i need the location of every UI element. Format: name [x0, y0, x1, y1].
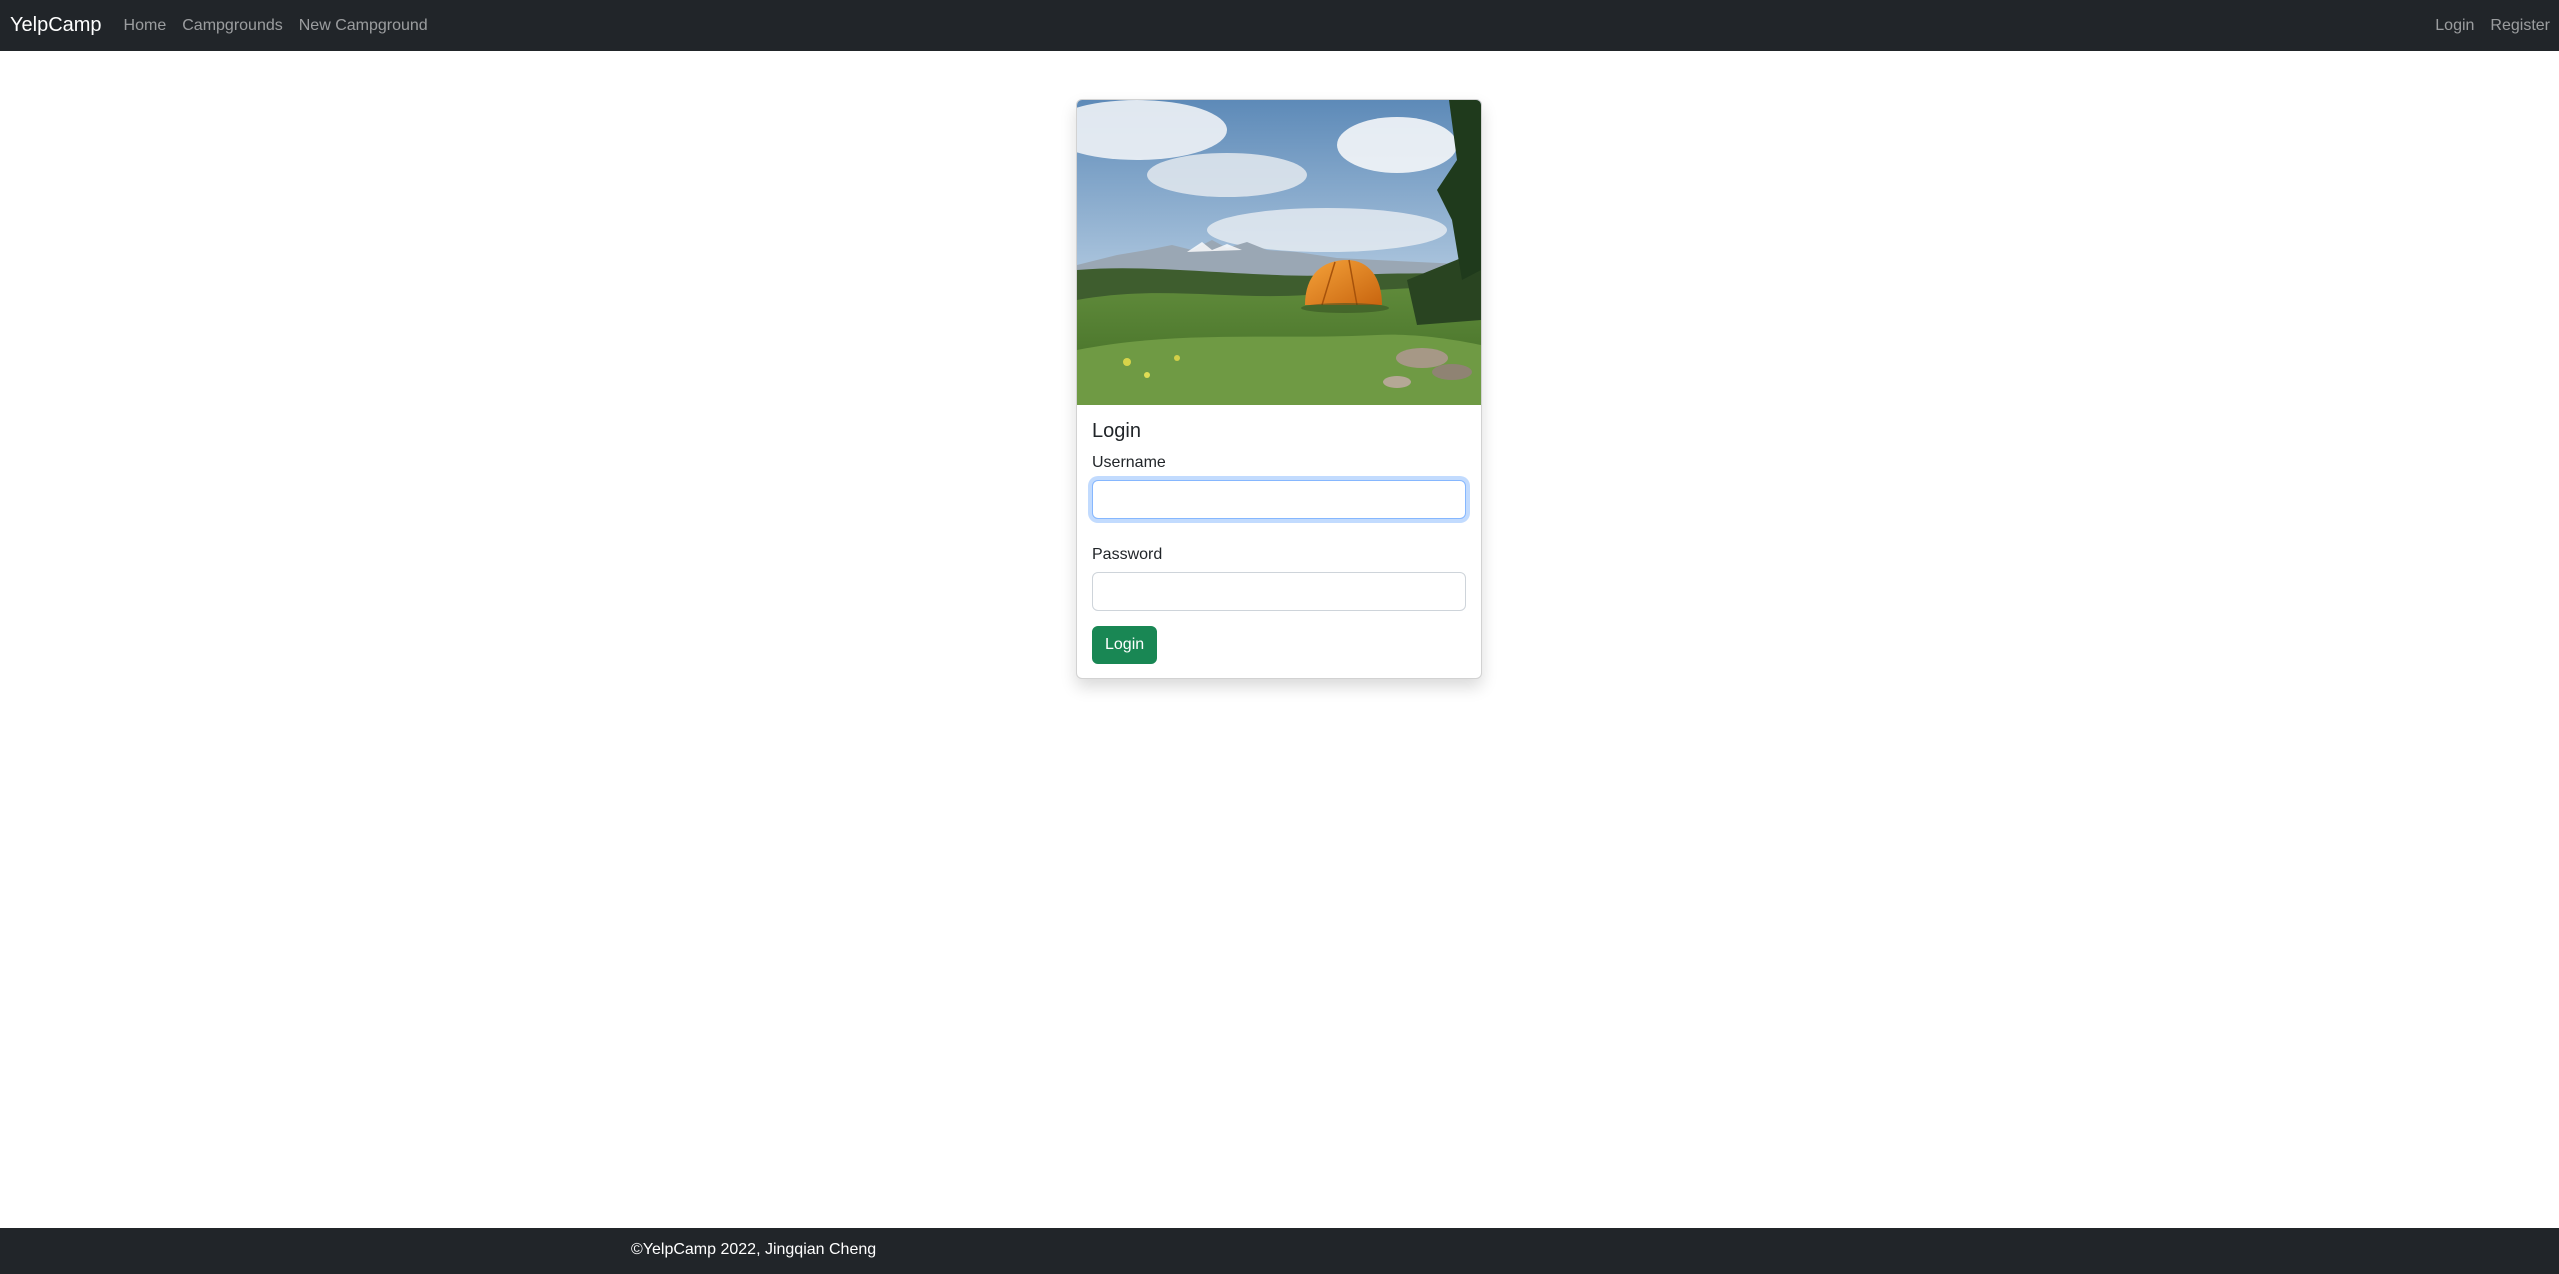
navbar: YelpCamp Home Campgrounds New Campground…: [0, 0, 2559, 51]
campsite-image: [1077, 100, 1481, 405]
login-submit-button[interactable]: Login: [1092, 625, 1158, 664]
nav-link-login[interactable]: Login: [2435, 17, 2474, 35]
login-card: Login Username Password Login: [1076, 99, 1482, 679]
brand-link[interactable]: YelpCamp: [10, 14, 102, 37]
footer-copyright: ©YelpCamp 2022, Jingqian Cheng: [631, 1241, 877, 1258]
username-group: Username: [1092, 453, 1466, 519]
footer: ©YelpCamp 2022, Jingqian Cheng: [0, 1228, 2559, 1274]
password-group: Password: [1092, 545, 1466, 611]
nav-link-home[interactable]: Home: [124, 17, 167, 35]
nav-right: Login Register: [2426, 17, 2550, 35]
nav-link-new-campground[interactable]: New Campground: [299, 17, 428, 35]
login-form: Login Username Password Login: [1077, 405, 1481, 678]
nav-left: Home Campgrounds New Campground: [115, 17, 435, 35]
login-title: Login: [1092, 420, 1141, 442]
nav-link-register[interactable]: Register: [2490, 17, 2550, 35]
nav-link-campgrounds[interactable]: Campgrounds: [182, 17, 283, 35]
password-input[interactable]: [1092, 571, 1466, 611]
username-input[interactable]: [1092, 479, 1466, 519]
username-label: Username: [1092, 454, 1166, 471]
password-label: Password: [1092, 545, 1163, 563]
